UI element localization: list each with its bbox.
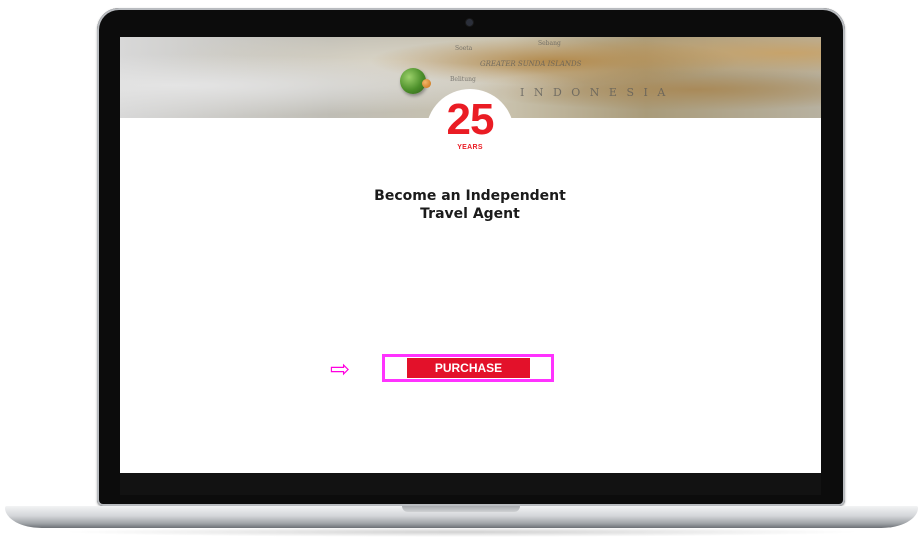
badge-label: YEARS [457,144,483,151]
laptop-mockup: Soeta Sebang GREATER SUNDA ISLANDS Belit… [0,0,923,545]
laptop-screen: Soeta Sebang GREATER SUNDA ISLANDS Belit… [120,37,821,473]
arrow-right-icon: ⇨ [330,355,351,383]
title-line-2: Travel Agent [420,206,520,222]
page-title: Become an Independent Travel Agent [320,187,620,223]
title-line-1: Become an Independent [374,188,566,204]
screen-bottom-bezel [120,473,821,495]
map-label: GREATER SUNDA ISLANDS [480,60,582,68]
map-pin-icon [422,79,431,88]
anniversary-badge: 25 YEARS [426,89,514,177]
map-label: Belitung [450,76,476,83]
map-label: I N D O N E S I A [520,86,669,99]
purchase-button[interactable]: PURCHASE [407,358,530,378]
badge-number: 25 [446,95,495,144]
laptop-shadow [60,527,863,537]
map-label: Sebang [538,40,561,47]
map-label: Soeta [455,45,473,52]
webcam-icon [466,19,473,26]
laptop-lid-notch [402,506,520,512]
